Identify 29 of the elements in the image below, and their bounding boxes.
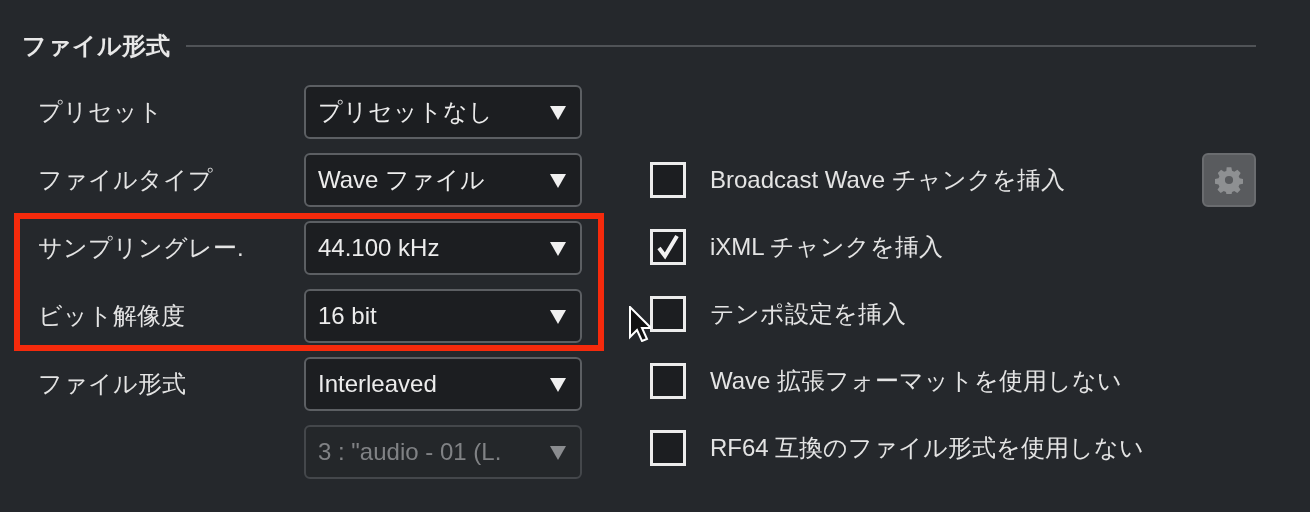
checkbox[interactable] [650,430,686,466]
caret-icon [550,104,566,120]
dropdown[interactable]: Wave ファイル [304,153,582,207]
section-title: ファイル形式 [22,31,170,61]
caret-icon [550,444,566,460]
caret-icon [550,240,566,256]
field-label: プリセット [38,97,164,127]
dropdown[interactable]: Interleaved [304,357,582,411]
field-label: ビット解像度 [38,301,186,331]
caret-icon [550,172,566,188]
field-label: ファイルタイプ [38,165,214,195]
dropdown[interactable]: 16 bit [304,289,582,343]
option-label: Broadcast Wave チャンクを挿入 [710,165,1066,195]
caret-icon [550,376,566,392]
caret-icon [550,308,566,324]
cursor-icon [629,306,651,342]
field-label: サンプリングレー. [38,233,245,263]
dropdown[interactable]: プリセットなし [304,85,582,139]
dropdown[interactable]: 44.100 kHz [304,221,582,275]
checkbox[interactable] [650,363,686,399]
option-label: Wave 拡張フォーマットを使用しない [710,366,1124,396]
checkbox[interactable] [650,162,686,198]
settings-icon [1215,166,1243,194]
option-label: iXML チャンクを挿入 [710,232,945,262]
checkbox[interactable] [650,229,686,265]
option-label: RF64 互換のファイル形式を使用しない [710,433,1146,463]
option-label: テンポ設定を挿入 [710,299,907,329]
field-label: ファイル形式 [38,369,187,399]
checkbox[interactable] [650,296,686,332]
